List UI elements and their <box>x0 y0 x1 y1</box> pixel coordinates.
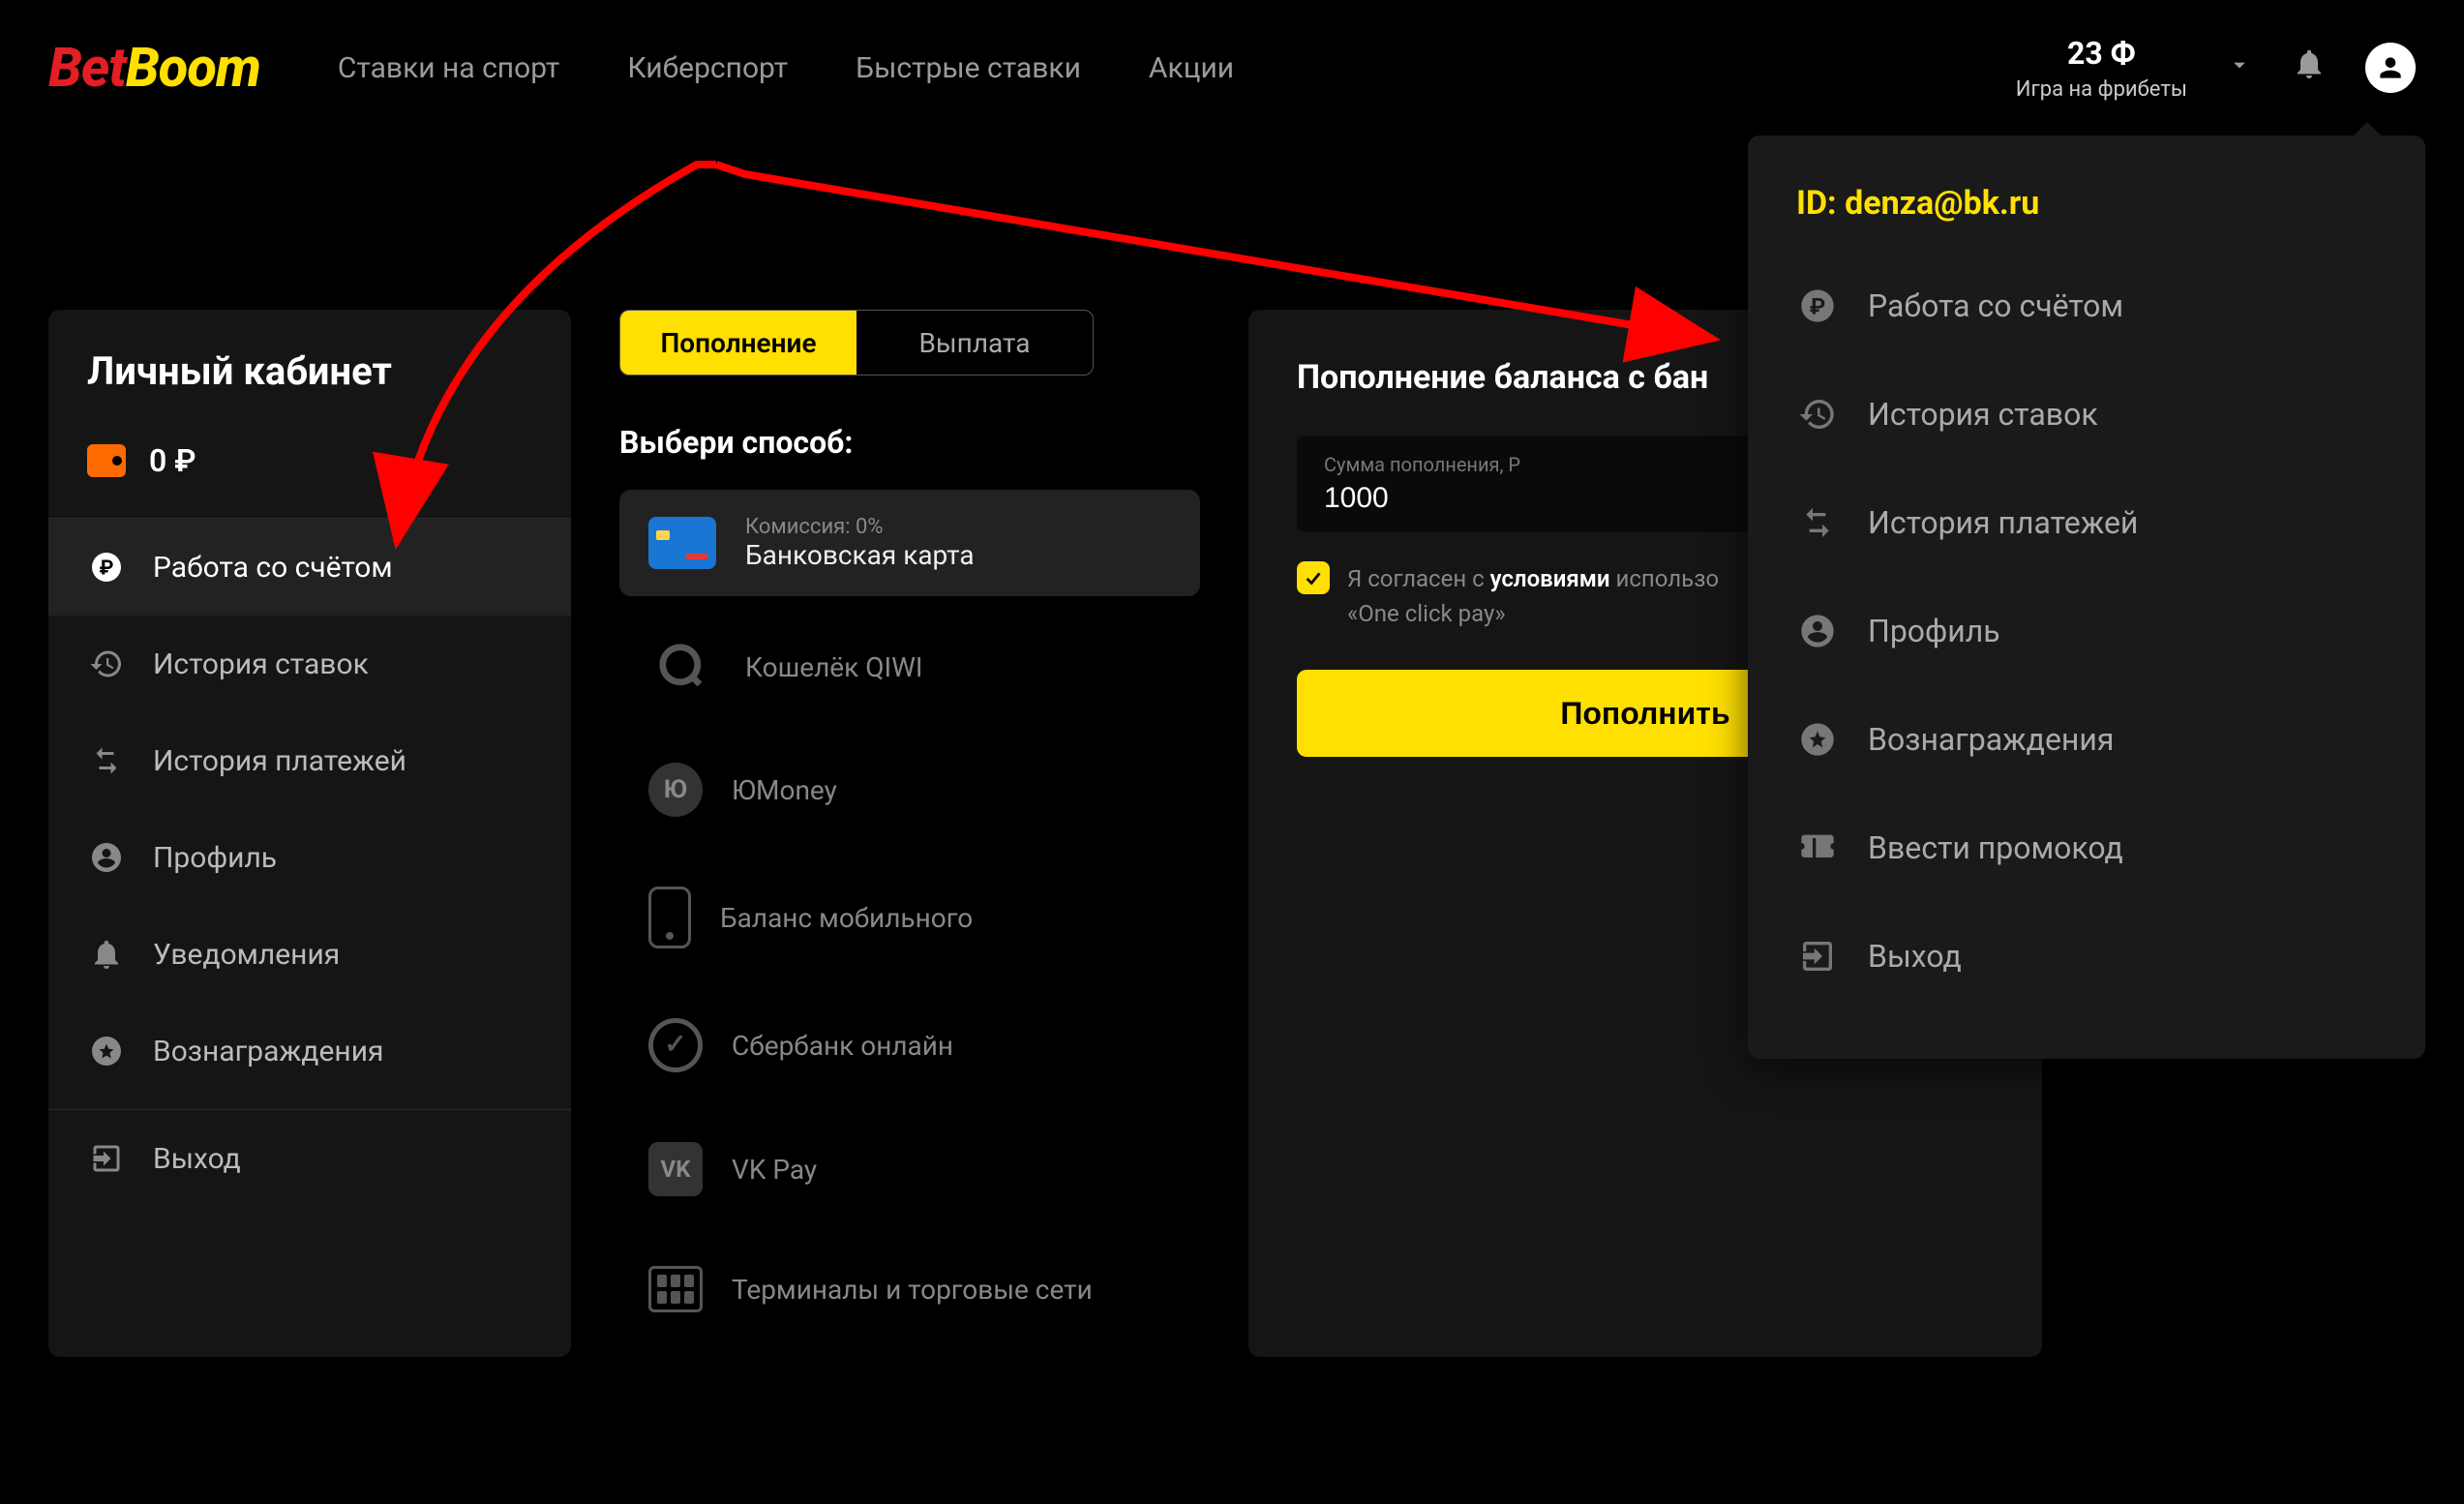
sidebar-item-notifications[interactable]: Уведомления <box>48 906 571 1003</box>
logo[interactable]: BetBoom <box>48 36 260 100</box>
bell-icon <box>87 935 126 974</box>
dropdown-item-promocode[interactable]: Ввести промокод <box>1748 794 2425 902</box>
sidebar-item-label: Уведомления <box>153 938 340 972</box>
sidebar-item-label: Работа со счётом <box>153 551 393 585</box>
sidebar-item-payment-history[interactable]: История платежей <box>48 712 571 809</box>
method-sber[interactable]: Сбербанк онлайн <box>619 993 1200 1098</box>
dropdown-user-id: ID: denza@bk.ru <box>1748 184 2425 252</box>
profile-dropdown: ID: denza@bk.ru ₽ Работа со счётом Истор… <box>1748 135 2425 1059</box>
ruble-icon: ₽ <box>87 548 126 587</box>
terminal-icon <box>648 1266 703 1312</box>
method-name: Баланс мобильного <box>720 902 973 934</box>
sidebar-item-label: Вознаграждения <box>153 1035 384 1068</box>
dropdown-item-rewards[interactable]: Вознаграждения <box>1748 685 2425 794</box>
sidebar-item-rewards[interactable]: Вознаграждения <box>48 1003 571 1099</box>
tab-deposit[interactable]: Пополнение <box>620 311 856 375</box>
wallet-amount: 0 ₽ <box>149 442 196 479</box>
ticket-icon <box>1796 827 1839 869</box>
sidebar-title: Личный кабинет <box>48 348 571 423</box>
nav-esports[interactable]: Киберспорт <box>627 51 788 85</box>
sidebar: Личный кабинет 0 ₽ ₽ Работа со счётом Ис… <box>48 310 571 1357</box>
nav-fast-bets[interactable]: Быстрые ставки <box>856 51 1081 85</box>
logout-icon <box>1796 935 1839 978</box>
sidebar-item-label: Профиль <box>153 841 277 875</box>
main-nav: Ставки на спорт Киберспорт Быстрые ставк… <box>338 51 1234 85</box>
notifications-icon[interactable] <box>2292 46 2327 90</box>
nav-sports[interactable]: Ставки на спорт <box>338 51 559 85</box>
card-icon <box>648 517 716 569</box>
sidebar-item-profile[interactable]: Профиль <box>48 809 571 906</box>
mobile-icon <box>648 887 691 948</box>
tab-withdraw[interactable]: Выплата <box>856 311 1093 375</box>
method-mobile[interactable]: Баланс мобильного <box>619 861 1200 974</box>
svg-text:₽: ₽ <box>100 557 114 581</box>
tabs: Пополнение Выплата <box>619 310 1094 376</box>
consent-terms-link[interactable]: условиями <box>1490 565 1610 592</box>
deposit-methods-column: Пополнение Выплата Выбери способ: Комисс… <box>619 310 1200 1357</box>
method-qiwi[interactable]: Кошелёк QIWI <box>619 616 1200 718</box>
method-name: Терминалы и торговые сети <box>732 1274 1093 1306</box>
balance-block[interactable]: 23 Ф Игра на фрибеты <box>2016 35 2187 102</box>
sidebar-item-logout[interactable]: Выход <box>48 1110 571 1207</box>
sidebar-item-label: История платежей <box>153 744 406 778</box>
logo-bet: Bet <box>48 36 126 100</box>
sidebar-item-label: История ставок <box>153 647 369 681</box>
ruble-icon: ₽ <box>1796 285 1839 327</box>
star-icon <box>87 1032 126 1070</box>
consent-text: Я согласен с условиями использо «One cli… <box>1347 561 1719 631</box>
chevron-down-icon[interactable] <box>2226 51 2253 85</box>
person-icon <box>87 838 126 877</box>
history-icon <box>1796 393 1839 436</box>
svg-text:₽: ₽ <box>1810 292 1825 319</box>
balance-subtext: Игра на фрибеты <box>2016 77 2187 102</box>
method-commission: Комиссия: 0% <box>745 515 975 539</box>
sber-icon <box>648 1018 703 1072</box>
dropdown-item-label: История ставок <box>1868 396 2098 433</box>
vk-icon: VK <box>648 1142 703 1196</box>
consent-checkbox[interactable] <box>1297 561 1330 594</box>
nav-promo[interactable]: Акции <box>1149 51 1234 85</box>
sidebar-item-label: Выход <box>153 1142 241 1176</box>
person-icon <box>1796 610 1839 652</box>
dropdown-item-logout[interactable]: Выход <box>1748 902 2425 1010</box>
yoomoney-icon: Ю <box>648 763 703 817</box>
sidebar-item-bet-history[interactable]: История ставок <box>48 616 571 712</box>
transfer-icon <box>1796 501 1839 544</box>
method-vkpay[interactable]: VK VK Pay <box>619 1117 1200 1221</box>
header-right: 23 Ф Игра на фрибеты <box>2016 35 2416 102</box>
dropdown-item-label: Работа со счётом <box>1868 287 2123 324</box>
wallet-icon <box>87 444 126 477</box>
method-name: Кошелёк QIWI <box>745 651 923 683</box>
method-name: VK Pay <box>732 1154 817 1186</box>
history-icon <box>87 645 126 683</box>
dropdown-item-label: Профиль <box>1868 613 2000 649</box>
dropdown-item-label: История платежей <box>1868 504 2138 541</box>
method-yoomoney[interactable]: Ю ЮMoney <box>619 737 1200 842</box>
avatar-icon[interactable] <box>2365 43 2416 93</box>
transfer-icon <box>87 741 126 780</box>
dropdown-item-label: Вознаграждения <box>1868 721 2114 758</box>
qiwi-icon <box>648 641 716 693</box>
logout-icon <box>87 1139 126 1178</box>
balance-amount: 23 Ф <box>2016 35 2187 72</box>
method-name: Сбербанк онлайн <box>732 1030 953 1062</box>
sidebar-item-account[interactable]: ₽ Работа со счётом <box>48 519 571 616</box>
dropdown-item-account[interactable]: ₽ Работа со счётом <box>1748 252 2425 360</box>
header: BetBoom Ставки на спорт Киберспорт Быстр… <box>0 0 2464 135</box>
method-card[interactable]: Комиссия: 0% Банковская карта <box>619 490 1200 596</box>
dropdown-item-label: Выход <box>1868 938 1962 975</box>
choose-method-label: Выбери способ: <box>619 424 1200 461</box>
method-terminal[interactable]: Терминалы и торговые сети <box>619 1241 1200 1338</box>
dropdown-item-profile[interactable]: Профиль <box>1748 577 2425 685</box>
star-icon <box>1796 718 1839 761</box>
dropdown-item-bet-history[interactable]: История ставок <box>1748 360 2425 468</box>
wallet-row[interactable]: 0 ₽ <box>48 423 571 519</box>
dropdown-item-label: Ввести промокод <box>1868 829 2123 866</box>
dropdown-item-payment-history[interactable]: История платежей <box>1748 468 2425 577</box>
method-name: ЮMoney <box>732 774 837 806</box>
method-name: Банковская карта <box>745 539 975 571</box>
logo-boom: Boom <box>126 36 260 100</box>
